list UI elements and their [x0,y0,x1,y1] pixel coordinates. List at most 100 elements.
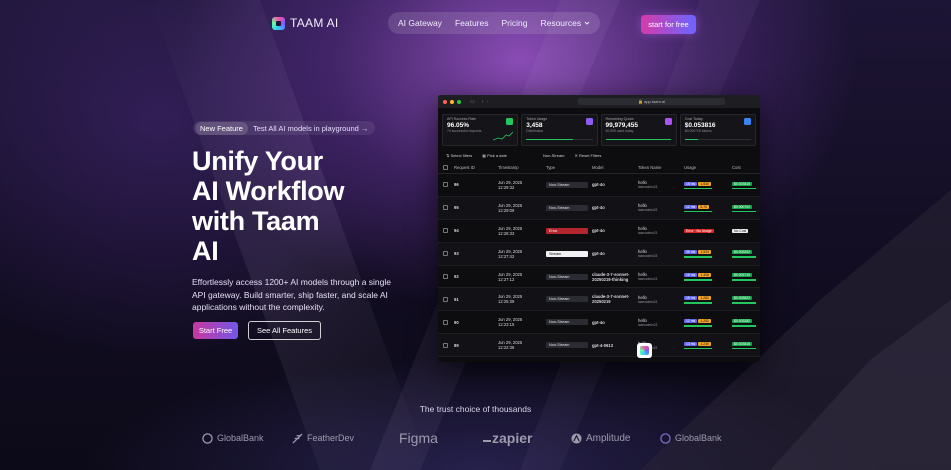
minimize-dot-icon [450,99,454,104]
token-cell: hellotaamadmin23 [636,310,682,335]
type-badge: Non-Stream [546,181,588,188]
column-token-name[interactable]: Token Name [636,162,682,174]
row-checkbox[interactable] [443,228,448,234]
back-arrow-icon: ‹ [481,98,484,105]
latency-badge: 12 ms [684,204,698,209]
table-row[interactable]: 90 Jun 29, 2025 12:23:15 Non-Stream gpt-4o he… [438,310,760,335]
start-for-free-button[interactable]: start for free [641,15,696,34]
nav-pricing[interactable]: Pricing [501,18,527,28]
table-row[interactable]: 93 Jun 29, 2025 12:27:42 Stream gpt-4o hello t… [438,242,760,266]
new-feature-text: Test All AI models in playground → [252,123,369,133]
row-select-cell [438,173,452,197]
row-checkbox[interactable] [443,182,448,188]
usage-cell: 35 ms 1,533 [682,242,730,266]
quota-bar [605,138,672,140]
cost-icon [744,118,751,125]
table-row[interactable]: 91 Jun 29, 2025 12:25:39 Non-Stream claude-3… [438,287,760,312]
stats-cards: API Success Rate 96.05% 74 successful re… [438,108,760,146]
stat-title: Remaining Quota [605,117,634,121]
model-name: gpt-4o [590,242,636,266]
logo-amplitude: Amplitude [571,428,630,448]
row-checkbox[interactable] [443,274,448,279]
timestamp-cell: Jun 29, 2025 12:28:33 [496,219,544,243]
model-name: gpt-4o [590,196,636,220]
column-usage[interactable]: Usage [682,162,730,174]
latency-badge: 18 ms [684,273,698,278]
quota-icon [664,118,672,125]
column-cost[interactable]: Cost [730,162,760,174]
timestamp-time: 12:27:42 [498,253,515,259]
usage-bar [684,256,712,258]
column-model[interactable]: Model [590,162,636,174]
new-feature-pill[interactable]: New Feature Test All AI models in playgr… [193,121,376,135]
model-name: gpt-4-0613 [590,333,636,358]
request-id: 89 [452,333,496,358]
nav-ai-gateway[interactable]: AI Gateway [398,18,442,28]
token-usage-bar [526,138,593,140]
close-dot-icon [443,99,447,104]
logo-featherdev: FeatherDev [292,428,354,448]
see-all-features-button[interactable]: See All Features [248,321,321,340]
row-checkbox[interactable] [443,342,448,348]
type-cell: Non-Stream [544,287,590,312]
stat-value: 99,979,455 [605,122,639,129]
reset-filters-button[interactable]: ✕ Reset Filters [575,153,602,158]
latency-badge: 12 ms [684,319,698,324]
model-name: claude-3-7-sonnet-20250219 [590,287,636,312]
stat-value: 96.05% [447,122,470,129]
hero-subtitle: Effortlessly access 1200+ AI models thro… [192,277,391,312]
brand-logo[interactable]: TAAM AI [272,16,339,30]
row-checkbox[interactable] [443,319,448,325]
select-all-cell [438,162,452,174]
cost-bar [732,325,756,327]
usage-bar [684,279,712,281]
table-row[interactable]: 92 Jun 29, 2025 12:27:12 Non-Stream claude-3… [438,265,760,289]
model-name: gpt-4o [590,173,636,197]
logo-figma-text: Figma [399,430,438,446]
column-type[interactable]: Type [544,162,590,174]
nav-resources[interactable]: Resources [540,18,590,28]
column-timestamp[interactable]: Timestamp [496,162,544,174]
row-select-cell [438,287,452,312]
cost-bar [732,187,756,190]
table-row[interactable]: 89 Jun 29, 2025 12:22:36 Non-Stream gpt-4-06… [438,333,760,358]
dashboard-preview: ▭ ‹ › 🔒 app.taam.ai API Success Rate 96.… [438,95,760,362]
logo-globalbank-text: GlobalBank [217,433,264,443]
globe-icon [660,432,671,444]
cost-bar [684,138,751,140]
row-checkbox[interactable] [443,205,448,211]
trust-title: The trust choice of thousands [419,404,532,414]
stat-sub: $0.000715 tokens [684,129,712,133]
stat-sub: 20,505 used today [605,129,634,133]
nav-features[interactable]: Features [455,18,489,28]
logo-globalbank-2-text: GlobalBank [675,433,722,443]
nav-resources-label: Resources [540,18,582,28]
type-cell: Non-Stream [544,333,590,358]
pick-date-button[interactable]: ▦ Pick a date [482,153,507,158]
trust-logos: GlobalBank FeatherDev Figma zapier Ampli… [0,428,951,448]
stream-filter-toggle[interactable]: Non-Stream [543,153,565,158]
table-row[interactable]: 94 Jun 29, 2025 12:28:33 Error gpt-4o hello ta… [438,219,760,243]
select-filters-label: Select filters [450,153,473,158]
select-filters-button[interactable]: ⇅ Select filters [446,153,472,158]
usage-bar [684,187,712,190]
logo-figma: Figma [399,428,438,448]
start-free-button[interactable]: Start Free [193,322,238,339]
row-checkbox[interactable] [443,296,448,302]
cost-cell: $0.003719 [730,265,760,289]
cost-cell: $0.000702 [730,196,760,220]
timestamp-time: 12:25:39 [498,299,515,305]
table-row[interactable]: 95 Jun 29, 2025 12:29:09 Non-Stream gpt-4o he… [438,196,760,220]
cost-bar [732,279,756,281]
timestamp-cell: Jun 29, 2025 12:22:36 [496,333,544,358]
token-cell: hellotaamadmin23 [636,219,682,243]
table-row[interactable]: 96 Jun 29, 2025 12:29:32 Non-Stream gpt-4o he… [438,173,760,197]
select-all-checkbox[interactable] [443,165,448,170]
headline-line-3: with Taam [192,206,320,236]
column-request-id[interactable]: Request ID [452,162,496,174]
row-checkbox[interactable] [443,251,448,257]
token-owner: taamadmin23 [638,299,658,304]
type-cell: Stream [544,242,590,266]
row-select-cell [438,265,452,289]
tokens-icon [585,118,593,125]
